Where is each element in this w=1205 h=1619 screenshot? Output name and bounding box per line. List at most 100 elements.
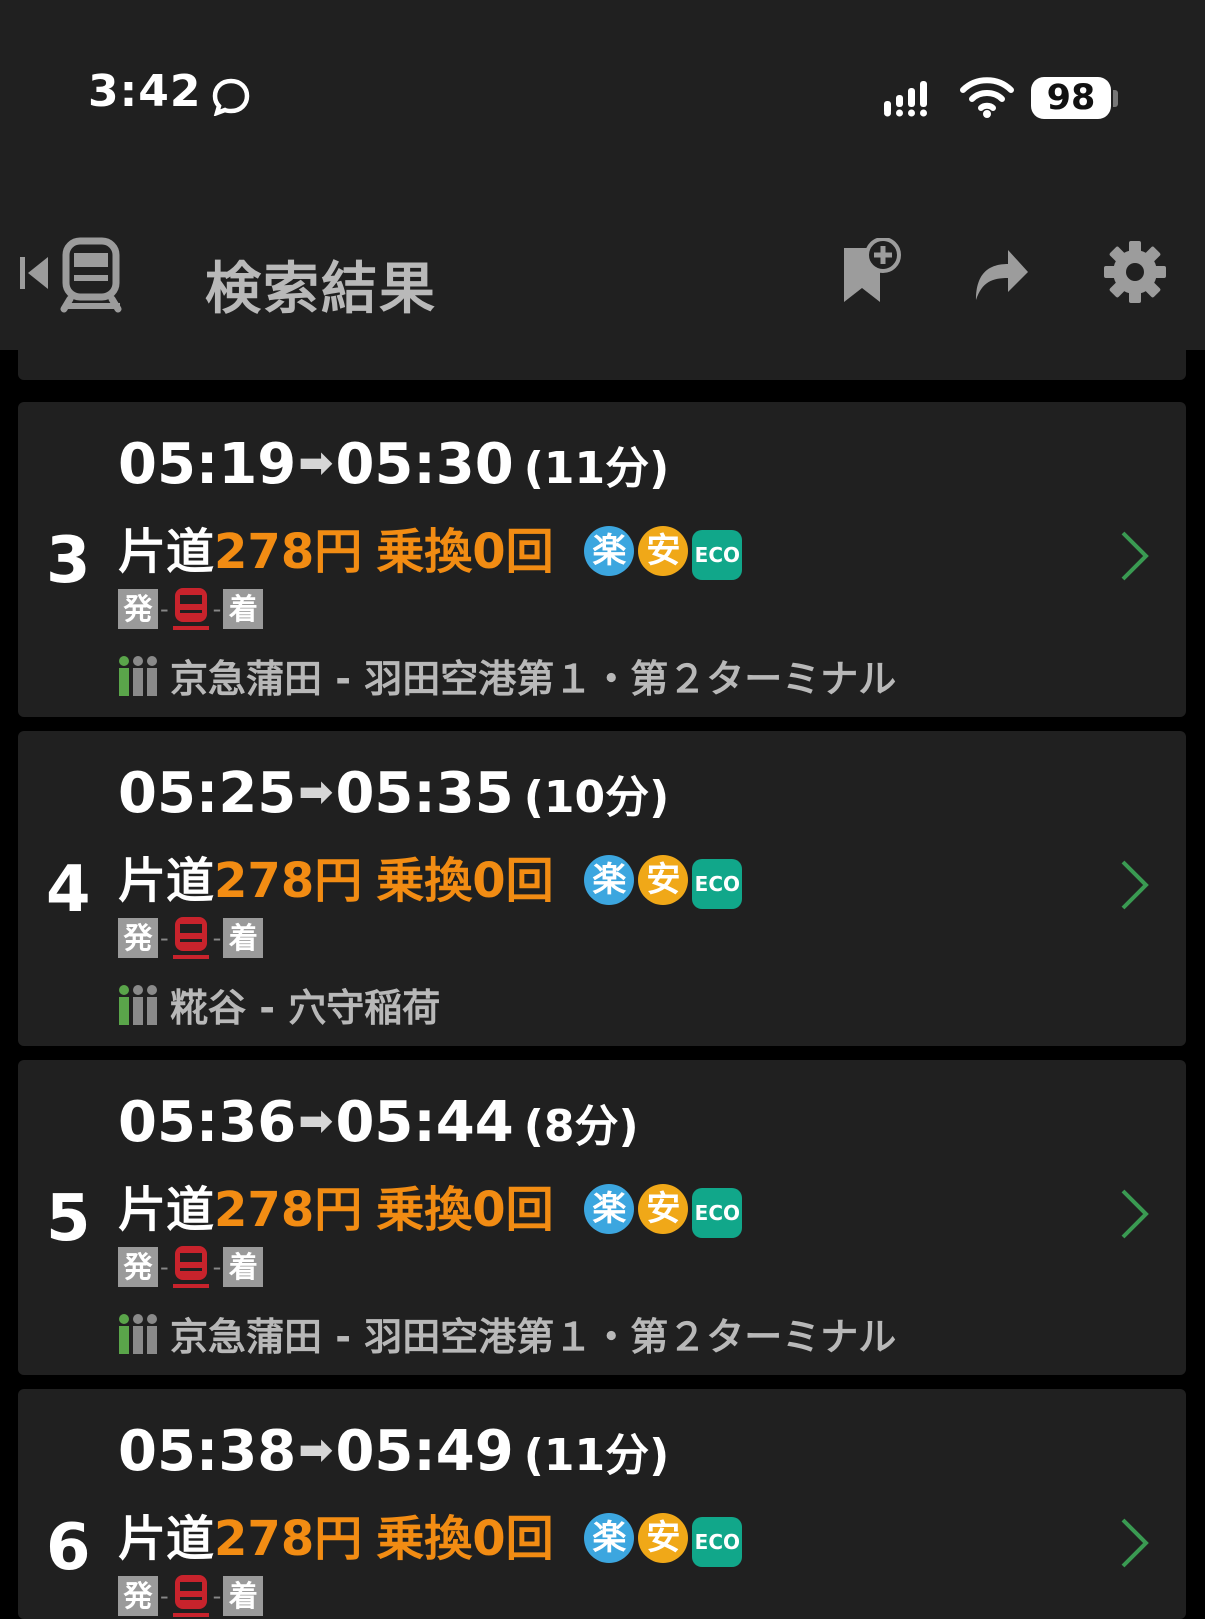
badge-an: 安 bbox=[638, 1513, 689, 1563]
leg-depart: 発 bbox=[118, 918, 158, 958]
route-legs: 発--着 bbox=[118, 586, 264, 630]
badge-an: 安 bbox=[638, 855, 689, 905]
chevron-right-icon[interactable] bbox=[1120, 1188, 1150, 1240]
chevron-right-icon[interactable] bbox=[1120, 530, 1150, 582]
fare-label: 片道 bbox=[118, 524, 215, 580]
route-number: 5 bbox=[46, 1182, 91, 1256]
signal-icon bbox=[884, 81, 927, 117]
duration: (11分) bbox=[523, 443, 670, 494]
leg-depart: 発 bbox=[118, 1576, 158, 1616]
page-title: 検索結果 bbox=[205, 257, 437, 322]
leg-connector: - bbox=[212, 1253, 222, 1281]
bookmark-add-icon[interactable] bbox=[840, 238, 902, 306]
gear-icon[interactable] bbox=[1104, 241, 1166, 303]
leg-arrive: 着 bbox=[223, 1247, 264, 1287]
fare-label: 片道 bbox=[118, 1182, 215, 1238]
leg-depart: 発 bbox=[118, 589, 158, 629]
badge-eco: ECO bbox=[692, 859, 743, 909]
leg-connector: - bbox=[212, 924, 222, 952]
leg-arrive: 着 bbox=[223, 589, 264, 629]
status-bar: 3:42 98 bbox=[0, 0, 1205, 200]
arrive-time: 05:30 bbox=[335, 432, 514, 497]
depart-time: 05:19 bbox=[118, 432, 297, 497]
depart-time: 05:38 bbox=[118, 1419, 297, 1484]
people-icon bbox=[119, 985, 157, 1025]
route-card[interactable]: 5 05:36➡05:44 (8分) 片道278円 乗換0回 楽安 ECO 発--着 … bbox=[18, 1060, 1186, 1375]
chevron-right-icon[interactable] bbox=[1120, 1517, 1150, 1569]
leg-connector: - bbox=[160, 1582, 169, 1610]
arrow-right-icon: ➡ bbox=[298, 767, 334, 816]
duration: (11分) bbox=[523, 1430, 670, 1481]
fare-line: 片道278円 乗換0回 楽安 ECO bbox=[118, 512, 743, 582]
route-legs: 発--着 bbox=[118, 1573, 264, 1617]
transfer-count: 乗換0回 bbox=[376, 524, 554, 580]
badge-eco: ECO bbox=[692, 1517, 743, 1567]
app-bar: 検索結果 bbox=[0, 200, 1205, 350]
fare-value: 278円 bbox=[214, 524, 363, 580]
leg-connector: - bbox=[212, 1582, 222, 1610]
route-badges: 楽安 ECO bbox=[584, 1505, 743, 1567]
depart-time: 05:36 bbox=[118, 1090, 297, 1155]
fare-label: 片道 bbox=[118, 853, 215, 909]
badge-raku: 楽 bbox=[584, 526, 635, 576]
transfer-count: 乗換0回 bbox=[376, 1511, 554, 1567]
fare-line: 片道278円 乗換0回 楽安 ECO bbox=[118, 1170, 743, 1240]
route-times: 05:19➡05:30 (11分) bbox=[118, 432, 669, 497]
line-info: 糀谷 - 穴守稲荷 bbox=[118, 977, 440, 1032]
leg-arrive: 着 bbox=[223, 1576, 264, 1616]
leg-connector: - bbox=[160, 595, 169, 623]
route-number: 6 bbox=[46, 1511, 91, 1585]
route-times: 05:36➡05:44 (8分) bbox=[118, 1090, 639, 1155]
line-info: 京急蒲田 - 羽田空港第１・第２ターミナル bbox=[118, 1306, 896, 1361]
depart-time: 05:25 bbox=[118, 761, 297, 826]
chat-icon bbox=[212, 78, 250, 116]
leg-connector: - bbox=[212, 595, 222, 623]
share-icon[interactable] bbox=[972, 242, 1030, 302]
duration: (10分) bbox=[523, 772, 670, 823]
train-icon bbox=[172, 1246, 209, 1288]
wifi-icon bbox=[960, 77, 1014, 118]
battery-level: 98 bbox=[1046, 78, 1096, 118]
leg-connector: - bbox=[160, 924, 169, 952]
fare-label: 片道 bbox=[118, 1511, 215, 1567]
route-card-partial[interactable] bbox=[18, 350, 1186, 380]
badge-eco: ECO bbox=[692, 1188, 743, 1238]
arrow-right-icon: ➡ bbox=[298, 438, 334, 487]
back-icon[interactable] bbox=[18, 237, 123, 313]
badge-raku: 楽 bbox=[584, 855, 635, 905]
line-stations: 糀谷 - 穴守稲荷 bbox=[170, 986, 441, 1030]
arrow-right-icon: ➡ bbox=[298, 1425, 334, 1474]
train-icon bbox=[60, 237, 122, 313]
line-info: 京急蒲田 - 羽田空港第１・第２ターミナル bbox=[118, 648, 896, 703]
arrow-right-icon: ➡ bbox=[298, 1096, 334, 1145]
route-card[interactable]: 3 05:19➡05:30 (11分) 片道278円 乗換0回 楽安 ECO 発--着… bbox=[18, 402, 1186, 717]
chevron-right-icon[interactable] bbox=[1120, 859, 1150, 911]
route-badges: 楽安 ECO bbox=[584, 1176, 743, 1238]
fare-line: 片道278円 乗換0回 楽安 ECO bbox=[118, 1499, 743, 1569]
route-times: 05:25➡05:35 (10分) bbox=[118, 761, 669, 826]
leg-depart: 発 bbox=[118, 1247, 158, 1287]
people-icon bbox=[119, 656, 157, 696]
battery-nub bbox=[1113, 90, 1118, 107]
route-card[interactable]: 6 05:38➡05:49 (11分) 片道278円 乗換0回 楽安 ECO 発--着 bbox=[18, 1389, 1186, 1619]
transfer-count: 乗換0回 bbox=[376, 853, 554, 909]
line-stations: 京急蒲田 - 羽田空港第１・第２ターミナル bbox=[170, 657, 897, 701]
arrive-time: 05:44 bbox=[335, 1090, 514, 1155]
fare-line: 片道278円 乗換0回 楽安 ECO bbox=[118, 841, 743, 911]
arrive-time: 05:35 bbox=[335, 761, 514, 826]
route-number: 3 bbox=[46, 524, 91, 598]
route-badges: 楽安 ECO bbox=[584, 518, 743, 580]
transfer-count: 乗換0回 bbox=[376, 1182, 554, 1238]
status-time: 3:42 bbox=[88, 66, 202, 117]
route-times: 05:38➡05:49 (11分) bbox=[118, 1419, 669, 1484]
route-legs: 発--着 bbox=[118, 915, 264, 959]
leg-arrive: 着 bbox=[223, 918, 264, 958]
route-legs: 発--着 bbox=[118, 1244, 264, 1288]
fare-value: 278円 bbox=[214, 1182, 363, 1238]
route-card[interactable]: 4 05:25➡05:35 (10分) 片道278円 乗換0回 楽安 ECO 発--着… bbox=[18, 731, 1186, 1046]
people-icon bbox=[119, 1314, 157, 1354]
badge-an: 安 bbox=[638, 1184, 689, 1234]
badge-an: 安 bbox=[638, 526, 689, 576]
route-badges: 楽安 ECO bbox=[584, 847, 743, 909]
route-number: 4 bbox=[46, 853, 91, 927]
